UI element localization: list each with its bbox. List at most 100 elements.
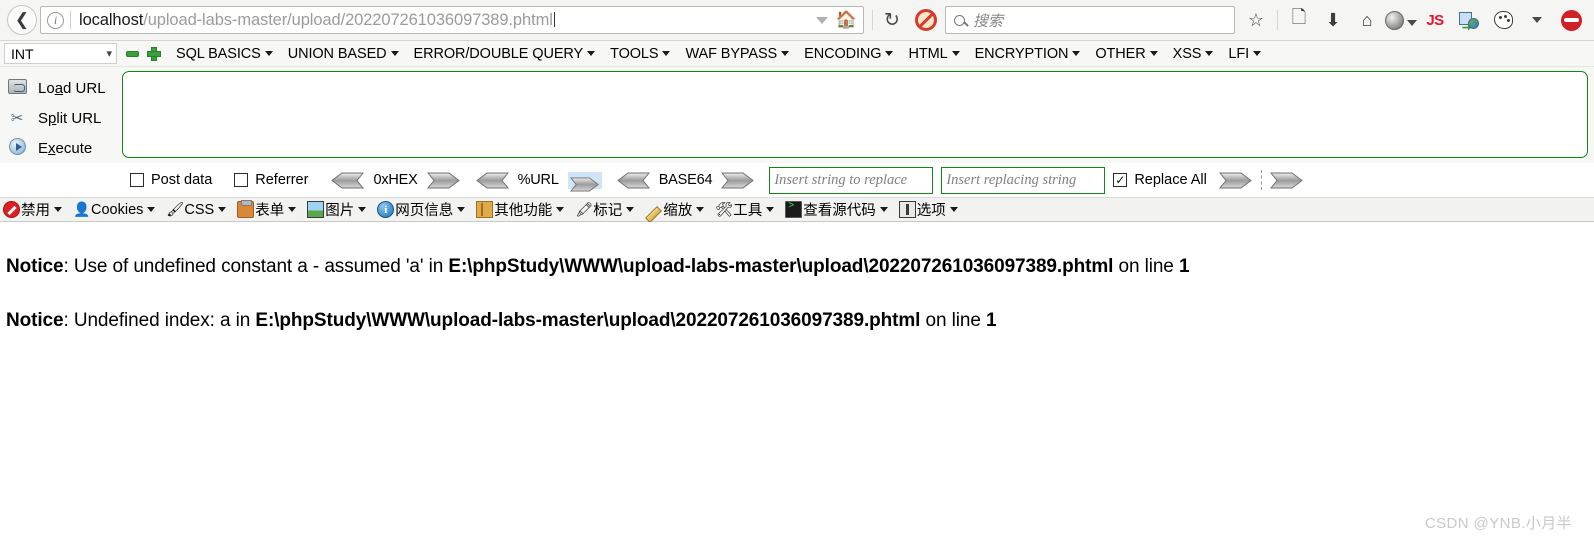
webdev-label: 缩放 (663, 203, 693, 219)
post-data-checkbox[interactable]: Post data (130, 172, 212, 188)
sql-type-select[interactable]: INT ▾ (4, 43, 117, 64)
url-textarea[interactable] (122, 71, 1588, 158)
load-url-button[interactable]: Load URL (4, 73, 122, 103)
notice-message: Undefined index: a in (73, 310, 256, 331)
notice-path: E:\phpStudy\WWW\upload-labs-master\uploa… (255, 310, 921, 331)
overflow-menu-icon[interactable] (1520, 4, 1554, 36)
downloads-icon[interactable]: ⬇ (1316, 4, 1350, 36)
webdev-item-disable[interactable]: 禁用 (3, 199, 62, 220)
webdev-item-misc[interactable]: 其他功能 (476, 199, 565, 220)
options-icon (898, 201, 916, 218)
webdev-item-images[interactable]: 图片 (307, 199, 367, 220)
hackbar-menu-encryption[interactable]: ENCRYPTION (975, 46, 1081, 62)
referrer-checkbox[interactable]: Referrer (234, 172, 308, 188)
menu-label: XSS (1172, 45, 1202, 62)
search-input[interactable]: 搜索 (973, 10, 1003, 31)
search-icon (954, 14, 965, 26)
proxy-switch-icon[interactable]: ➞ (1452, 4, 1486, 36)
chevron-down-icon (556, 207, 565, 212)
replace-search-placeholder: Insert string to replace (774, 171, 908, 188)
hackbar-menu-tools[interactable]: TOOLS (610, 45, 671, 62)
web-developer-toolbar: 禁用 👤 Cookies 🖌 CSS 表单 图片 i 网页信息 其他功能 🖍 标… (0, 197, 1594, 223)
javascript-toggle-icon[interactable]: JS (1418, 4, 1452, 36)
hackbar-menu-lfi[interactable]: LFI (1228, 46, 1262, 62)
checkbox-box (234, 173, 249, 187)
url-label: %URL (517, 172, 559, 188)
hackbar-menu-other[interactable]: OTHER (1095, 46, 1158, 62)
hex-converter-group: 0xHEX (330, 172, 460, 189)
home-icon[interactable]: ⌂ (1350, 4, 1384, 36)
chevron-down-icon (587, 51, 596, 56)
menu-label: WAF BYPASS (685, 45, 778, 62)
menu-label: TOOLS (610, 45, 659, 62)
url-bar[interactable]: i localhost/upload-labs-master/upload/20… (40, 6, 864, 34)
back-arrow-icon: ❮ (7, 5, 37, 35)
execute-button[interactable]: Execute (4, 133, 122, 163)
webdev-item-resize[interactable]: 缩放 (645, 199, 705, 223)
chevron-down-icon (264, 51, 273, 56)
reload-icon[interactable]: ↻ (877, 9, 907, 31)
webdev-item-view-source[interactable]: 查看源代码 (785, 199, 888, 220)
hackbar-menu-html[interactable]: HTML (908, 46, 960, 62)
bookmark-star-icon[interactable]: ☆ (1239, 4, 1273, 36)
icon-divider (1277, 10, 1278, 30)
view-source-icon (785, 201, 803, 218)
webdev-item-page-info[interactable]: i 网页信息 (377, 199, 466, 220)
menu-label: SQL BASICS (176, 45, 261, 62)
menu-label: ENCODING (804, 45, 882, 62)
hackbar-menu-error-double-query[interactable]: ERROR/DOUBLE QUERY (414, 46, 596, 62)
split-url-button[interactable]: ✂ Split URL (4, 103, 122, 133)
reader-list-icon[interactable]: 🗋 (1282, 4, 1316, 36)
base64-label: BASE64 (658, 172, 713, 188)
noscript-blocked-icon[interactable] (915, 9, 937, 31)
split-url-icon: ✂ (10, 110, 24, 127)
webdev-item-tools[interactable]: 🛠 工具 (715, 199, 775, 220)
hackbar-menu-encoding[interactable]: ENCODING (804, 45, 894, 62)
webdev-item-css[interactable]: 🖌 CSS (166, 201, 227, 218)
hex-label: 0xHEX (373, 172, 418, 188)
webdev-label: 网页信息 (395, 203, 454, 219)
url-encode-button[interactable] (567, 171, 602, 192)
back-button[interactable]: ❮ (6, 4, 38, 36)
php-notice-1: Notice: Use of undefined constant a - as… (6, 256, 1594, 278)
chevron-down-icon (1407, 10, 1417, 31)
chevron-down-icon (54, 207, 62, 212)
chevron-down-icon (766, 207, 775, 212)
webdev-item-options[interactable]: 选项 (898, 199, 958, 220)
webdev-item-outline[interactable]: 🖍 标记 (575, 199, 635, 220)
chevron-down-icon (218, 207, 227, 212)
base64-converter-group: BASE64 (616, 172, 756, 189)
hackbar-menu-waf-bypass[interactable]: WAF BYPASS (685, 45, 790, 62)
outline-icon: 🖍 (575, 201, 593, 217)
replace-with-input[interactable]: Insert replacing string (941, 166, 1106, 194)
chevron-down-icon[interactable] (815, 16, 828, 24)
base64-decode-button[interactable] (616, 172, 650, 189)
search-box[interactable]: 搜索 (945, 6, 1235, 34)
hackbar-icon[interactable] (1554, 4, 1588, 36)
replace-apply-button[interactable] (1218, 172, 1253, 189)
webdev-item-cookies[interactable]: 👤 Cookies (73, 201, 156, 218)
post-data-label: Post data (151, 172, 213, 188)
replace-apply-all-button[interactable] (1269, 172, 1304, 189)
hex-decode-button[interactable] (330, 172, 365, 189)
resize-icon (645, 206, 663, 223)
base64-encode-button[interactable] (721, 172, 755, 189)
url-text: localhost/upload-labs-master/upload/2022… (79, 11, 808, 30)
replace-search-input[interactable]: Insert string to replace (769, 166, 934, 194)
hackbar-menu-union-based[interactable]: UNION BASED (288, 46, 399, 62)
disable-icon (3, 201, 20, 218)
remove-tab-button[interactable] (125, 47, 139, 61)
webdev-item-forms[interactable]: 表单 (237, 199, 297, 220)
chevron-down-icon (951, 51, 960, 56)
url-decode-button[interactable] (475, 172, 509, 189)
add-tab-button[interactable] (147, 46, 161, 61)
hackbar-body: Load URL ✂ Split URL Execute (0, 67, 1594, 163)
info-icon[interactable]: i (47, 11, 64, 29)
hex-encode-button[interactable] (426, 172, 461, 189)
hackbar-menu-xss[interactable]: XSS (1173, 46, 1214, 62)
hackbar-menu-sql-basics[interactable]: SQL BASICS (176, 46, 273, 62)
globe-avatar-icon[interactable] (1384, 4, 1418, 36)
home-icon[interactable]: 🏠 (836, 10, 857, 30)
replace-all-checkbox[interactable]: ✓ Replace All (1113, 172, 1207, 188)
palette-theme-icon[interactable] (1486, 4, 1520, 36)
